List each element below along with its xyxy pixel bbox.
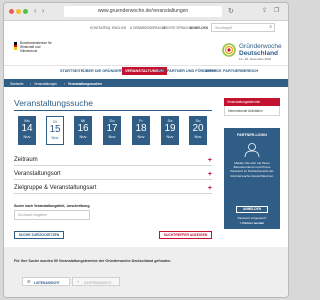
breadcrumb-home[interactable]: Startseite [10, 82, 23, 86]
results-section [4, 247, 288, 297]
partner-login-text: Melden Sie sich mit Ihrem Benutzernamen … [230, 161, 274, 178]
site-search-box[interactable]: Suchbegriff ⌕ [211, 23, 275, 32]
federal-eagle-icon [14, 42, 17, 50]
plus-icon[interactable]: + [208, 169, 212, 180]
zoom-window-icon[interactable] [23, 9, 28, 14]
brand-title-1: Gründerwoche [239, 43, 282, 50]
filter-zielgruppe[interactable]: Zielgruppe & Veranstaltungsart + [14, 183, 212, 194]
breadcrumb-current: Veranstaltungssuchen [68, 82, 103, 86]
day-month: Nov [194, 134, 202, 139]
day-number: 16 [77, 123, 89, 134]
day-number: 19 [164, 123, 176, 134]
nav-service[interactable]: SERVICE [205, 69, 222, 73]
day-month: Nov [23, 134, 31, 139]
util-english[interactable]: ENGLISH [112, 26, 126, 30]
sidebar-international-link[interactable]: Internationale Aktivitäten [228, 109, 263, 113]
day-month: Nov [166, 134, 174, 139]
sidebar-calendar-item[interactable]: Internationale Aktivitäten [224, 106, 280, 116]
site-search-input[interactable]: Suchbegriff [215, 25, 232, 31]
util-easy-language[interactable]: LEICHTE SPRACHE [162, 26, 192, 30]
results-count-text: Für Ihre Suche wurden 50 Veranstaltungst… [14, 259, 172, 263]
util-sign-language[interactable]: Ä GEBÄRDENSPRACHE [130, 26, 166, 30]
map-pin-icon: ⌖ [77, 279, 80, 284]
day-month: Nov [137, 134, 145, 139]
breadcrumb-separator: › [64, 82, 66, 86]
calendar-day-17[interactable]: Do 17 Nov [103, 116, 121, 145]
search-input[interactable]: Suchwort eingeben [18, 213, 47, 217]
day-number: 14 [21, 123, 33, 134]
calendar-day-20[interactable]: So 20 Nov [189, 116, 207, 145]
tabs-icon[interactable]: ❐ [274, 7, 279, 16]
nav-startseite[interactable]: STARTSEITE [60, 69, 83, 73]
plus-icon[interactable]: + [208, 183, 212, 194]
search-label: Suche nach Veranstaltungstitel, -beschre… [14, 204, 90, 208]
partner-login-box: PARTNER-LOGIN Melden Sie sich mit Ihrem … [224, 128, 280, 229]
page-title: Veranstaltungssuche [14, 98, 93, 108]
day-month: Nov [79, 134, 87, 139]
breadcrumb-separator: › [30, 82, 32, 86]
brand-title-2: Deutschland [239, 50, 279, 57]
nav-partnerbereich[interactable]: PARTNERBEREICH [223, 69, 258, 73]
list-view-tab[interactable]: ☰ LISTENANSICHT [22, 277, 70, 286]
plus-icon[interactable]: + [208, 155, 212, 166]
minimize-window-icon[interactable] [16, 9, 21, 14]
sidebar-calendar-header[interactable]: Veranstaltungskalender [224, 98, 280, 106]
address-bar[interactable]: www.gruenderwoche.de/veranstaltungen [64, 6, 222, 17]
title-divider [14, 110, 212, 111]
filter-label: Veranstaltungsort [14, 171, 61, 177]
day-number: 15 [49, 124, 61, 135]
day-number: 17 [106, 123, 118, 134]
calendar-day-14[interactable]: Mo 14 Nov [18, 116, 36, 145]
day-number: 20 [192, 123, 204, 134]
show-results-button[interactable]: SUCHTREFFER ANZEIGEN [159, 231, 212, 239]
list-view-label: LISTENANSICHT [34, 280, 60, 285]
browser-window: ‹ › www.gruenderwoche.de/veranstaltungen… [3, 2, 289, 298]
forgot-password-link[interactable]: Passwort vergessen? [224, 216, 280, 220]
reset-search-button[interactable]: SUCHE ZURÜCKSETZEN [14, 231, 64, 239]
back-arrow-icon[interactable]: ‹ [34, 7, 36, 16]
gruenderwoche-logo-icon[interactable] [222, 43, 236, 57]
filter-veranstaltungsort[interactable]: Veranstaltungsort + [14, 169, 212, 180]
day-month: Nov [51, 135, 59, 140]
map-view-tab[interactable]: ⌖ KARTENANSICHT [72, 277, 120, 286]
calendar-day-16[interactable]: Mi 16 Nov [74, 116, 92, 145]
day-month: Nov [108, 134, 116, 139]
close-window-icon[interactable] [9, 9, 14, 14]
breadcrumb-veranstaltungen[interactable]: Veranstaltungen [34, 82, 57, 86]
calendar-day-18[interactable]: Fr 18 Nov [132, 116, 150, 145]
util-kontakt[interactable]: KONTAKT [90, 26, 105, 30]
browser-toolbar: ‹ › www.gruenderwoche.de/veranstaltungen… [4, 3, 288, 21]
util-faq[interactable]: FAQ [104, 26, 110, 30]
reload-icon[interactable]: ↻ [228, 7, 234, 16]
brand-dates: 14.–20. November 2022 [239, 57, 272, 61]
filter-label: Zeitraum [14, 157, 38, 163]
calendar-day-15[interactable]: Di 15 Nov [46, 116, 64, 145]
util-login[interactable]: ANMELDEN [190, 26, 208, 30]
become-partner-link[interactable]: > Partner werden [224, 221, 280, 225]
filter-zeitraum[interactable]: Zeitraum + [14, 155, 212, 166]
share-icon[interactable]: ⇪ [262, 7, 267, 16]
day-number: 18 [135, 123, 147, 134]
filter-label: Zielgruppe & Veranstaltungsart [14, 185, 97, 191]
calendar-day-19[interactable]: Sa 19 Nov [161, 116, 179, 145]
map-view-label: KARTENANSICHT [84, 280, 112, 285]
login-person-icon [224, 142, 280, 158]
partner-login-title: PARTNER-LOGIN [237, 133, 267, 137]
ministry-logo-text: Bundesministerium für Wirtschaft und Kli… [20, 41, 52, 53]
sidebar-calendar-title: Veranstaltungskalender [227, 100, 261, 104]
search-field[interactable]: Suchwort eingeben [14, 210, 90, 220]
list-icon: ☰ [27, 279, 31, 284]
forward-arrow-icon[interactable]: › [42, 7, 44, 16]
partner-login-button[interactable]: ANMELDEN [236, 206, 268, 213]
search-icon[interactable]: ⌕ [269, 24, 272, 31]
